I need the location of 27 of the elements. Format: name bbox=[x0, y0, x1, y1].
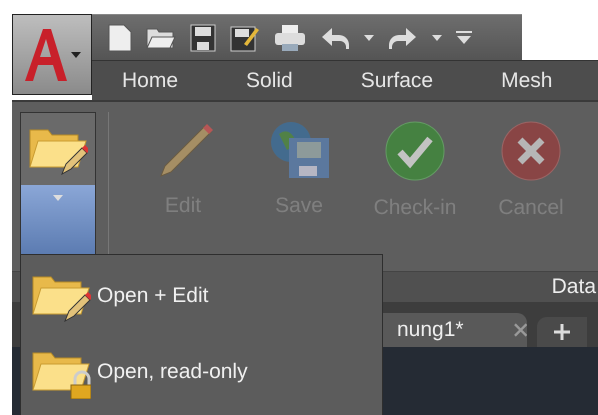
open-folder-icon[interactable] bbox=[146, 26, 176, 48]
ribbon-tab[interactable]: Mesh bbox=[501, 68, 552, 92]
app-menu-button[interactable] bbox=[12, 14, 92, 95]
save-edit-icon[interactable] bbox=[230, 24, 260, 52]
panel-title: Data bbox=[552, 275, 596, 299]
menu-item[interactable]: Open, read-only bbox=[21, 345, 382, 399]
customize-menu-icon[interactable] bbox=[456, 30, 472, 46]
dropdown-caret-icon bbox=[364, 34, 374, 40]
open-button[interactable] bbox=[21, 113, 95, 185]
new-tab-button[interactable] bbox=[537, 317, 587, 347]
undo-icon[interactable] bbox=[320, 26, 350, 50]
print-icon[interactable] bbox=[274, 24, 306, 52]
dropdown-caret-icon bbox=[432, 34, 442, 40]
open-dropdown-button[interactable] bbox=[21, 185, 95, 256]
ribbon-tab[interactable]: Surface bbox=[360, 68, 434, 92]
plus-icon bbox=[554, 324, 570, 340]
close-icon[interactable] bbox=[514, 323, 527, 337]
ribbon-tab[interactable]: Solid bbox=[246, 68, 293, 92]
checkmark-icon bbox=[384, 120, 446, 182]
ribbon-tab[interactable]: Home bbox=[122, 68, 178, 92]
redo-icon[interactable] bbox=[388, 26, 418, 50]
save-icon[interactable] bbox=[190, 24, 216, 52]
close-icon bbox=[500, 120, 562, 182]
letter-a-logo-icon bbox=[23, 26, 69, 82]
caret-icon bbox=[53, 195, 63, 201]
new-file-icon[interactable] bbox=[108, 24, 132, 52]
caret-icon bbox=[71, 52, 81, 58]
